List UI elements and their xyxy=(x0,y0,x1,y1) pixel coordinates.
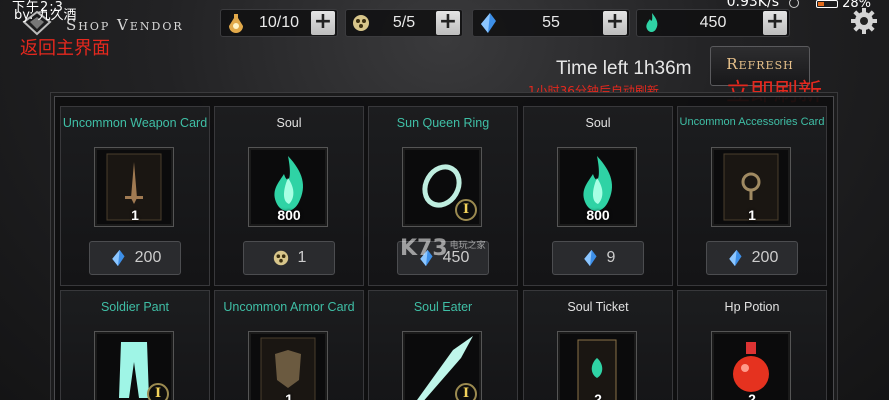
tier-badge: I xyxy=(147,383,169,400)
armor-card-icon xyxy=(260,337,316,400)
hp-potion-icon xyxy=(733,342,769,392)
shop-item-card[interactable]: Hp Potion 2 xyxy=(677,290,827,400)
item-name: Soul xyxy=(276,116,302,130)
blue-crystal-icon xyxy=(583,249,597,267)
item-quantity: 2 xyxy=(594,391,602,400)
add-soul-button[interactable]: + xyxy=(763,11,787,35)
price-button[interactable]: 9 xyxy=(552,241,644,275)
item-quantity: 1 xyxy=(748,207,756,223)
tier-badge: I xyxy=(455,199,477,221)
item-name: Soldier Pant xyxy=(100,300,170,314)
shop-item-card[interactable]: Soul Eater I xyxy=(368,290,518,400)
item-frame xyxy=(557,331,637,400)
back-to-main-link[interactable]: 返回主界面 xyxy=(20,34,110,60)
close-circle-icon xyxy=(789,0,799,8)
gear-icon[interactable] xyxy=(849,6,879,36)
price-button[interactable]: 200 xyxy=(706,241,798,275)
resource-value: 55 xyxy=(542,14,560,31)
resource-token: 5/5 + xyxy=(345,9,463,37)
price-value: 200 xyxy=(751,249,779,266)
credit-text: by: 九久酒 xyxy=(14,8,77,23)
watermark-brand: K73 xyxy=(400,236,448,261)
gold-token-icon xyxy=(273,250,288,266)
item-name: Soul Eater xyxy=(413,300,473,314)
item-quantity: 2 xyxy=(748,391,756,400)
item-quantity: 1 xyxy=(131,207,139,223)
item-name: Hp Potion xyxy=(724,300,780,314)
price-value: 200 xyxy=(134,249,162,266)
price-value: 9 xyxy=(606,249,616,266)
item-frame xyxy=(248,331,328,400)
resource-value: 10/10 xyxy=(258,14,300,31)
watermark-sub: 电玩之家 xyxy=(449,241,486,251)
item-quantity: 800 xyxy=(277,207,301,223)
resource-value: 450 xyxy=(699,14,727,31)
item-name: Uncommon Armor Card xyxy=(223,300,355,314)
add-token-button[interactable]: + xyxy=(436,11,460,35)
item-name: Uncommon Accessories Card xyxy=(679,116,825,128)
watermark: K73 电玩之家 xyxy=(400,236,486,261)
shop-item-card[interactable]: Uncommon Armor Card 1 xyxy=(214,290,364,400)
resource-value: 5/5 xyxy=(392,14,416,31)
blue-crystal-icon xyxy=(477,12,499,34)
add-stamina-button[interactable]: + xyxy=(311,11,335,35)
ticket-icon xyxy=(577,339,617,400)
shop-item-card[interactable]: Uncommon Weapon Card 1 200 xyxy=(60,106,210,286)
item-name: Sun Queen Ring xyxy=(396,116,490,130)
battery-icon xyxy=(816,0,839,8)
price-button[interactable]: 200 xyxy=(89,241,181,275)
price-value: 1 xyxy=(297,249,307,266)
shop-item-card[interactable]: Soul 800 1 xyxy=(214,106,364,286)
item-name: Uncommon Weapon Card xyxy=(62,116,208,130)
shop-item-card[interactable]: Soldier Pant I xyxy=(60,290,210,400)
add-crystal-button[interactable]: + xyxy=(603,11,627,35)
soul-flame-icon xyxy=(641,12,663,34)
blue-crystal-icon xyxy=(111,249,125,267)
item-quantity: 1 xyxy=(285,391,293,400)
shop-title: Shop Vendor xyxy=(66,16,184,34)
gold-token-icon xyxy=(350,12,372,34)
time-left-label: Time left 1h36m xyxy=(556,58,692,79)
resource-soul: 450 + xyxy=(636,9,790,37)
item-frame xyxy=(711,331,791,400)
shop-item-card[interactable]: Soul Ticket 2 xyxy=(523,290,673,400)
blue-crystal-icon xyxy=(728,249,742,267)
resource-stamina: 10/10 + xyxy=(220,9,338,37)
item-name: Soul Ticket xyxy=(567,300,629,314)
shop-item-card[interactable]: Soul 800 9 xyxy=(523,106,673,286)
item-quantity: 800 xyxy=(586,207,610,223)
stamina-potion-icon xyxy=(225,12,247,34)
tier-badge: I xyxy=(455,383,477,400)
shop-item-card[interactable]: Uncommon Accessories Card 1 200 xyxy=(677,106,827,286)
resource-crystal: 55 + xyxy=(472,9,630,37)
item-name: Soul xyxy=(585,116,611,130)
price-button[interactable]: 1 xyxy=(243,241,335,275)
